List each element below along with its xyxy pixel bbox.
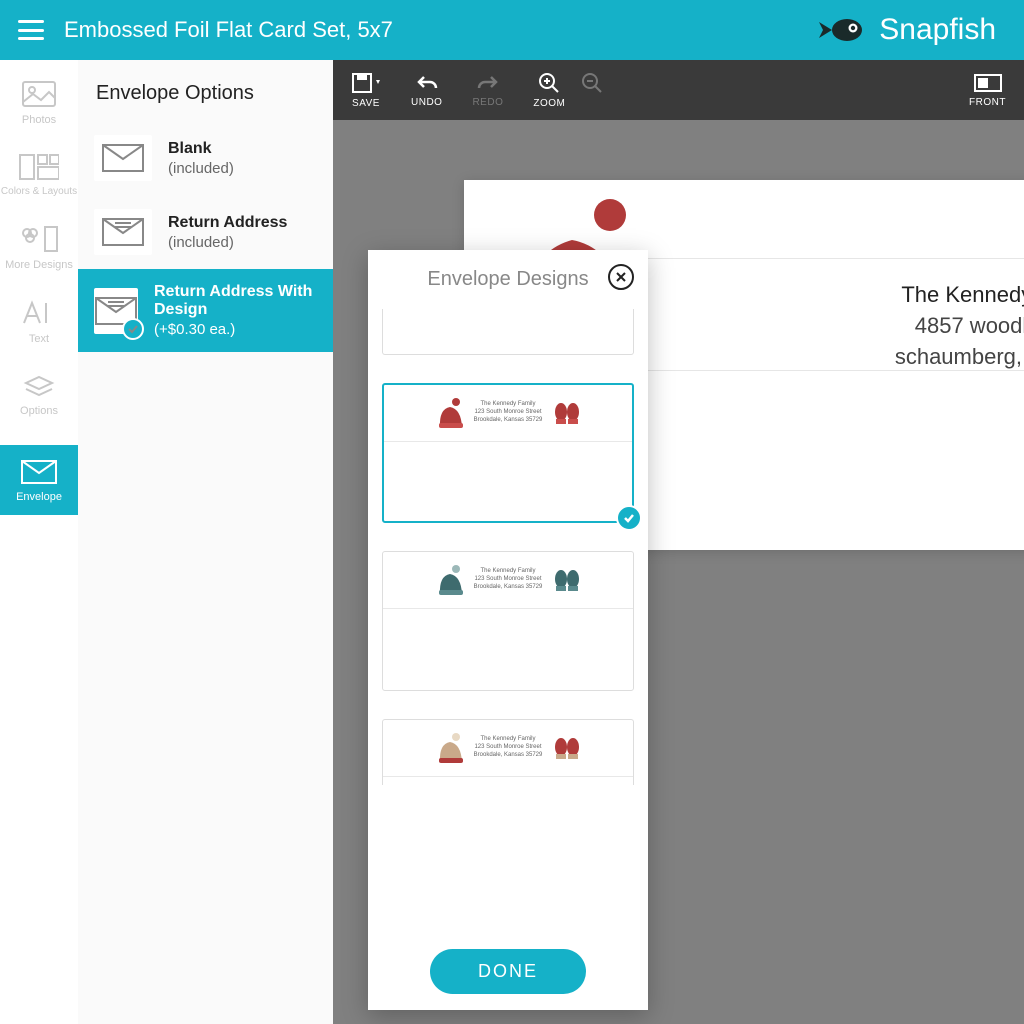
option-title: Blank bbox=[168, 140, 234, 158]
save-button[interactable]: SAVE bbox=[351, 72, 381, 109]
fish-icon bbox=[813, 16, 869, 44]
mittens-icon bbox=[552, 735, 582, 761]
editor-toolbar: SAVE UNDO REDO ZOOM FRONT bbox=[333, 60, 1024, 120]
mittens-icon bbox=[552, 400, 582, 426]
option-return-address-design[interactable]: Return Address With Design (+$0.30 ea.) bbox=[78, 269, 333, 352]
envelope-icon bbox=[94, 288, 138, 334]
option-return-address[interactable]: Return Address (included) bbox=[78, 195, 333, 269]
nav-text[interactable]: Text bbox=[22, 299, 56, 345]
hat-icon bbox=[434, 397, 464, 429]
redo-button[interactable]: REDO bbox=[472, 73, 503, 108]
nav-more-designs[interactable]: More Designs bbox=[5, 225, 73, 271]
option-blank[interactable]: Blank (included) bbox=[78, 121, 333, 195]
design-option[interactable]: The Kennedy Family 123 South Monroe Stre… bbox=[382, 551, 634, 691]
left-nav: Photos Colors & Layouts More Designs Tex… bbox=[0, 60, 78, 1024]
design-option[interactable] bbox=[382, 309, 634, 355]
envelope-options-panel: Envelope Options Blank (included) Return… bbox=[78, 60, 333, 1024]
undo-button[interactable]: UNDO bbox=[411, 73, 442, 108]
option-title: Return Address bbox=[168, 214, 287, 232]
product-title: Embossed Foil Flat Card Set, 5x7 bbox=[64, 17, 393, 43]
zoom-out-button[interactable] bbox=[581, 72, 603, 109]
design-option[interactable]: The Kennedy Family 123 South Monroe Stre… bbox=[382, 719, 634, 785]
design-option-selected[interactable]: The Kennedy Family 123 South Monroe Stre… bbox=[382, 383, 634, 523]
option-subtitle: (included) bbox=[168, 160, 234, 177]
envelope-icon bbox=[94, 135, 152, 181]
option-subtitle: (+$0.30 ea.) bbox=[154, 321, 317, 338]
close-button[interactable] bbox=[608, 264, 634, 290]
hat-icon bbox=[434, 732, 464, 764]
return-address[interactable]: The Kennedy Fa 4857 woodland schaumberg,… bbox=[895, 280, 1024, 372]
done-button[interactable]: DONE bbox=[430, 949, 586, 994]
mittens-icon bbox=[552, 567, 582, 593]
envelope-designs-modal: Envelope Designs The Kennedy Family 123 … bbox=[368, 250, 648, 1010]
check-icon bbox=[616, 505, 642, 531]
nav-colors-layouts[interactable]: Colors & Layouts bbox=[1, 154, 77, 197]
envelope-icon bbox=[94, 209, 152, 255]
zoom-in-button[interactable]: ZOOM bbox=[533, 72, 565, 109]
option-title: Return Address With Design bbox=[154, 283, 317, 319]
nav-photos[interactable]: Photos bbox=[21, 80, 57, 126]
hat-icon bbox=[434, 564, 464, 596]
brand-logo: Snapfish bbox=[813, 0, 996, 60]
menu-icon[interactable] bbox=[18, 20, 44, 40]
nav-envelope[interactable]: Envelope bbox=[0, 445, 78, 515]
front-button[interactable]: FRONT bbox=[969, 73, 1006, 108]
nav-options[interactable]: Options bbox=[20, 373, 58, 417]
modal-title: Envelope Designs bbox=[427, 268, 588, 291]
top-bar: Embossed Foil Flat Card Set, 5x7 Snapfis… bbox=[0, 0, 1024, 60]
option-subtitle: (included) bbox=[168, 234, 287, 251]
check-icon bbox=[122, 318, 144, 340]
panel-title: Envelope Options bbox=[78, 60, 333, 121]
